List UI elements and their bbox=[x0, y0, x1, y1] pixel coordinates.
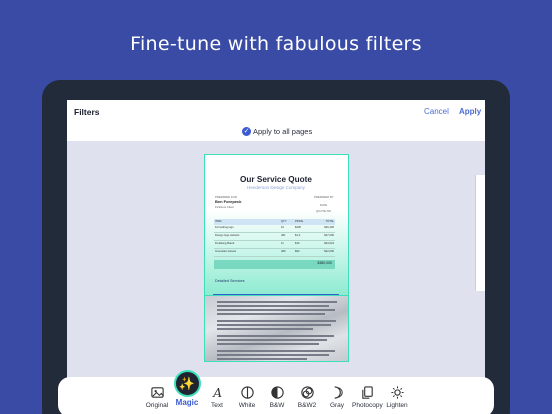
table-cell: Innovation Assets bbox=[215, 250, 237, 253]
table-cell: $46,400 bbox=[324, 226, 334, 229]
gray-icon bbox=[334, 386, 343, 399]
lighten-icon bbox=[390, 386, 404, 399]
document-title: Our Service Quote bbox=[240, 175, 312, 184]
checkmark-icon[interactable]: ✓ bbox=[242, 127, 251, 136]
text-line bbox=[217, 350, 335, 352]
filter-bw[interactable]: B&W bbox=[262, 385, 292, 409]
client-sub: Fictitious Client bbox=[215, 205, 234, 209]
bw2-icon bbox=[300, 386, 314, 399]
top-bar: Filters Cancel Apply bbox=[67, 100, 485, 126]
text-line bbox=[217, 339, 327, 341]
quote-table: ITEM QTY PRICE TOTAL Formatting logo 10 … bbox=[214, 219, 335, 257]
magic-wand-icon: ✨ bbox=[173, 370, 201, 397]
table-cell: Design logo variants bbox=[215, 234, 240, 237]
client-name: Ben Forepeck bbox=[215, 199, 242, 204]
document-subtitle: Henderson Design Company bbox=[247, 185, 305, 190]
filter-original[interactable]: Original bbox=[142, 385, 172, 409]
page-title: Filters bbox=[74, 107, 100, 117]
filter-label: B&W2 bbox=[297, 402, 317, 409]
filter-bw2[interactable]: B&W2 bbox=[292, 385, 322, 409]
quote-no-label: QUOTE NO. bbox=[316, 209, 332, 213]
table-row: Finalising Brand 11 $16 $43,024 bbox=[214, 241, 335, 249]
text-line bbox=[217, 354, 329, 356]
text-line bbox=[217, 335, 334, 337]
text-line bbox=[217, 324, 331, 326]
text-line bbox=[217, 301, 337, 303]
crumpled-paper-area bbox=[205, 296, 348, 361]
white-icon bbox=[240, 386, 254, 399]
image-icon bbox=[150, 387, 164, 398]
total-bar: $380,000 bbox=[214, 260, 335, 269]
filter-label: White bbox=[238, 402, 256, 409]
text-line bbox=[217, 320, 336, 322]
table-cell: $16 bbox=[295, 242, 300, 245]
apply-all-toggle[interactable]: ✓ Apply to all pages bbox=[67, 126, 485, 141]
filter-label: Original bbox=[145, 402, 169, 409]
filter-label: Magic bbox=[175, 398, 199, 407]
preview-canvas: Our Service Quote Henderson Design Compa… bbox=[67, 141, 485, 377]
table-cell: $47,000 bbox=[324, 234, 334, 237]
apply-all-label: Apply to all pages bbox=[253, 127, 313, 136]
table-row: Design logo variants 481 $1,0 $47,000 bbox=[214, 233, 335, 241]
table-cell: Formatting logo bbox=[215, 226, 234, 229]
document-page: Our Service Quote Henderson Design Compa… bbox=[204, 154, 349, 362]
text-line bbox=[217, 305, 329, 307]
text-icon: A bbox=[212, 386, 222, 400]
filter-text[interactable]: A Text bbox=[202, 385, 232, 409]
table-cell: 11 bbox=[281, 242, 284, 245]
table-cell: 481 bbox=[281, 234, 286, 237]
date-label: DATE bbox=[320, 203, 328, 207]
text-line bbox=[217, 313, 325, 315]
total-value: $380,000 bbox=[317, 261, 332, 265]
detailed-services-heading: Detailed Services bbox=[215, 279, 245, 283]
photocopy-icon bbox=[361, 386, 373, 399]
cancel-button[interactable]: Cancel bbox=[424, 107, 449, 116]
bw-icon bbox=[270, 386, 284, 399]
filter-label: Gray bbox=[329, 402, 345, 409]
svg-text:A: A bbox=[212, 386, 222, 400]
table-cell: 480 bbox=[281, 250, 286, 253]
table-cell: $490 bbox=[295, 226, 301, 229]
filter-lighten[interactable]: Lighten bbox=[382, 385, 412, 409]
table-row: Formatting logo 10 $490 $46,400 bbox=[214, 225, 335, 233]
filter-label: Photocopy bbox=[352, 402, 383, 409]
filter-label: Text bbox=[211, 402, 223, 409]
table-cell: $1,0 bbox=[295, 234, 301, 237]
text-line bbox=[217, 328, 313, 330]
filter-label: B&W bbox=[269, 402, 285, 409]
apply-button[interactable]: Apply bbox=[459, 107, 481, 116]
headline: Fine-tune with fabulous filters bbox=[130, 33, 422, 55]
table-cell: $90 bbox=[295, 250, 300, 253]
next-page-preview[interactable] bbox=[475, 175, 485, 291]
table-cell: $42,000 bbox=[324, 250, 334, 253]
table-cell: Finalising Brand bbox=[215, 242, 235, 245]
filter-gray[interactable]: Gray bbox=[322, 385, 352, 409]
filter-toolbar: Original ✨ Magic A Text White B&W B&W2 G… bbox=[58, 370, 494, 414]
text-line bbox=[217, 343, 319, 345]
text-line bbox=[217, 309, 335, 311]
filter-label: Lighten bbox=[386, 402, 408, 409]
app-screen: Filters Cancel Apply ✓ Apply to all page… bbox=[67, 100, 485, 414]
filter-magic[interactable]: ✨ Magic bbox=[172, 370, 202, 407]
filter-photocopy[interactable]: Photocopy bbox=[352, 385, 383, 409]
prepared-by-label: PREPARED BY bbox=[314, 195, 334, 199]
table-row: Innovation Assets 480 $90 $42,000 bbox=[214, 249, 335, 257]
filter-white[interactable]: White bbox=[232, 385, 262, 409]
table-cell: $43,024 bbox=[324, 242, 334, 245]
table-cell: 10 bbox=[281, 226, 284, 229]
text-line bbox=[217, 358, 307, 360]
